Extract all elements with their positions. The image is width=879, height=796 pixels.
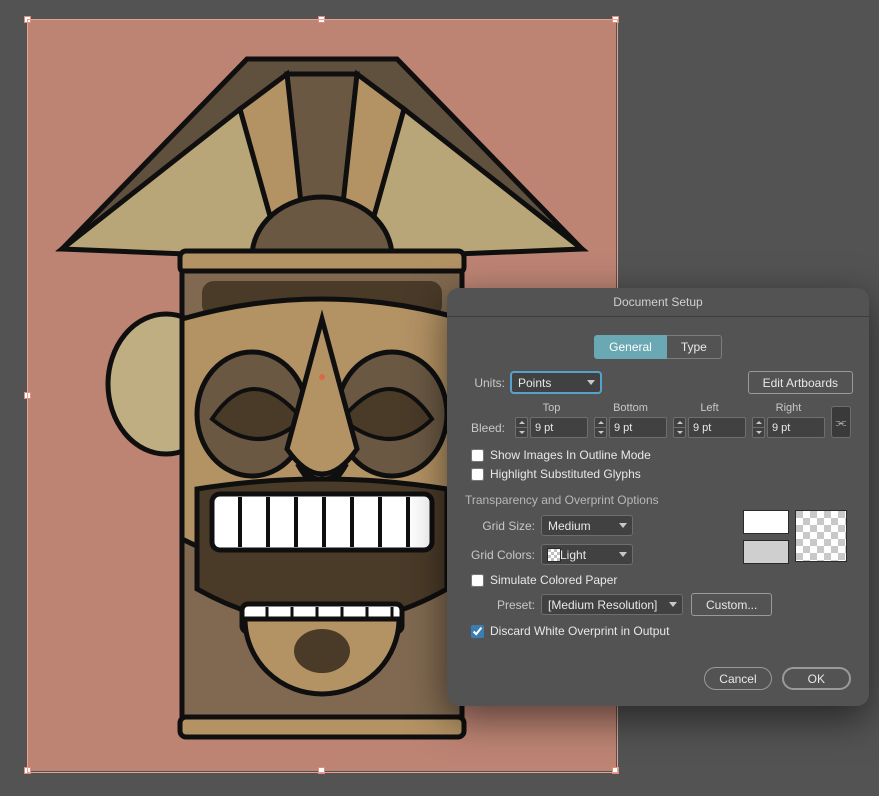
bleed-right-label: Right	[776, 402, 802, 414]
transparency-preview	[795, 510, 847, 562]
bleed-top-stepper[interactable]	[515, 417, 588, 438]
discard-white-checkbox[interactable]: Discard White Overprint in Output	[471, 624, 853, 638]
bleed-left-input[interactable]	[688, 417, 746, 438]
canvas-stage: Document Setup General Type Units: Point…	[0, 0, 879, 796]
selection-handle[interactable]	[318, 16, 325, 23]
swatch-gray[interactable]	[743, 540, 789, 564]
preset-label: Preset:	[463, 598, 535, 612]
units-label: Units:	[463, 376, 505, 390]
custom-button[interactable]: Custom...	[691, 593, 772, 616]
dialog-footer: Cancel OK	[704, 667, 851, 690]
bleed-label: Bleed:	[463, 421, 505, 438]
grid-size-select[interactable]: Medium	[541, 515, 633, 536]
bleed-right-input[interactable]	[767, 417, 825, 438]
preset-select[interactable]: [Medium Resolution]	[541, 594, 683, 615]
transparency-swatches	[743, 510, 847, 564]
simulate-paper-checkbox[interactable]: Simulate Colored Paper	[471, 573, 853, 587]
cancel-button[interactable]: Cancel	[704, 667, 771, 690]
grid-colors-label: Grid Colors:	[463, 548, 535, 562]
bleed-left-stepper[interactable]	[673, 417, 746, 438]
grid-size-label: Grid Size:	[463, 519, 535, 533]
bleed-bottom-input[interactable]	[609, 417, 667, 438]
units-select[interactable]: Points	[511, 372, 601, 393]
bleed-top-input[interactable]	[530, 417, 588, 438]
checker-icon	[547, 548, 561, 562]
bleed-top-label: Top	[543, 402, 561, 414]
edit-artboards-button[interactable]: Edit Artboards	[748, 371, 853, 394]
show-images-checkbox[interactable]: Show Images In Outline Mode	[471, 448, 853, 462]
tab-bar: General Type	[447, 335, 869, 359]
bleed-bottom-stepper[interactable]	[594, 417, 667, 438]
selection-handle[interactable]	[24, 767, 31, 774]
ok-button[interactable]: OK	[782, 667, 851, 690]
selection-handle[interactable]	[612, 767, 619, 774]
dialog-title[interactable]: Document Setup	[447, 288, 869, 317]
swatch-white[interactable]	[743, 510, 789, 534]
selection-handle[interactable]	[318, 767, 325, 774]
selection-handle[interactable]	[612, 16, 619, 23]
document-setup-dialog: Document Setup General Type Units: Point…	[447, 288, 869, 706]
transparency-section-title: Transparency and Overprint Options	[465, 493, 853, 507]
link-bleed-icon[interactable]: ⫘	[831, 406, 851, 438]
selection-handle[interactable]	[24, 16, 31, 23]
bleed-bottom-label: Bottom	[613, 402, 648, 414]
tab-general[interactable]: General	[594, 335, 667, 359]
highlight-glyphs-checkbox[interactable]: Highlight Substituted Glyphs	[471, 467, 853, 481]
bleed-right-stepper[interactable]	[752, 417, 825, 438]
bleed-left-label: Left	[700, 402, 718, 414]
tab-type[interactable]: Type	[667, 335, 722, 359]
selection-handle[interactable]	[24, 392, 31, 399]
